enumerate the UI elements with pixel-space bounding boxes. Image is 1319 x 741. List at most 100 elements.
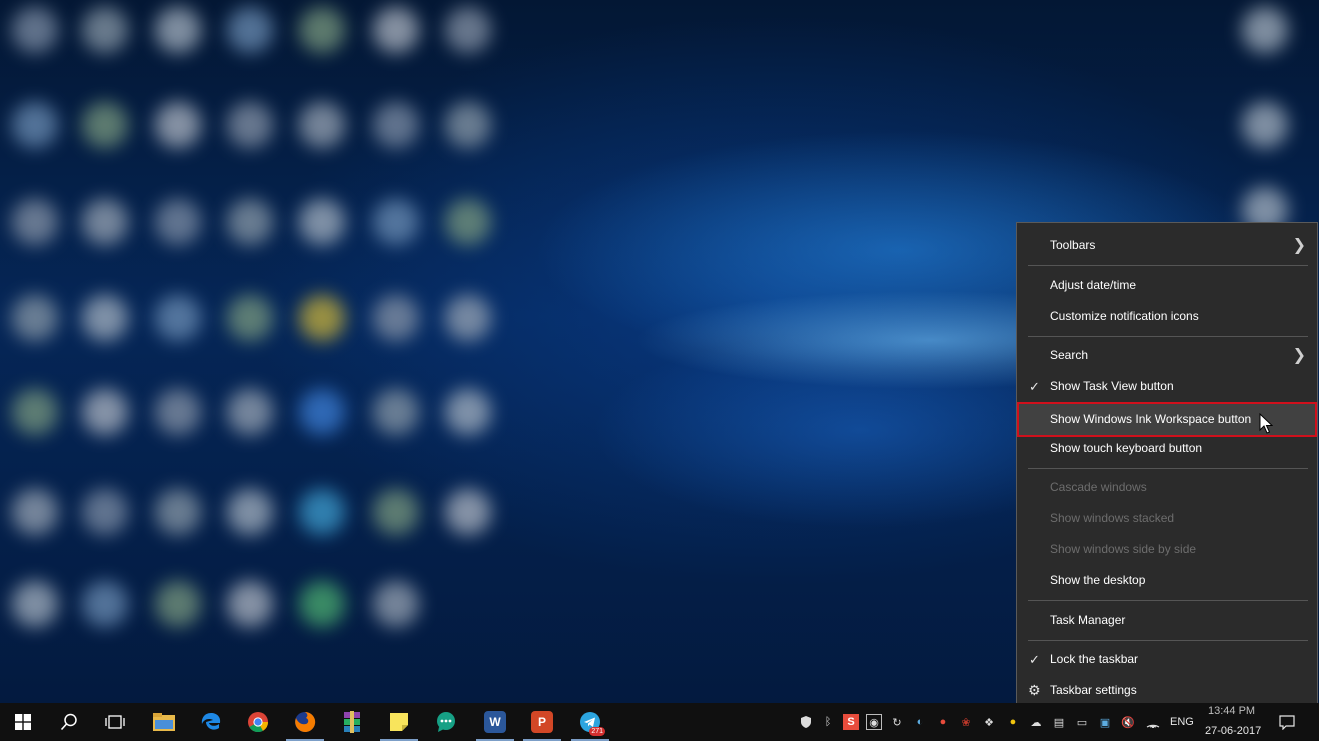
desktop-shortcut-icon[interactable] [445,489,491,535]
paw-tray-icon[interactable]: ❀ [958,714,974,730]
desktop-shortcut-icon[interactable] [299,295,345,341]
desktop-shortcut-icon[interactable] [227,389,273,435]
gear-icon: ⚙ [1028,682,1041,698]
task-view-button[interactable] [92,703,138,741]
taskbar-app-chrome[interactable] [235,703,281,741]
menu-item-lock-the-taskbar[interactable]: ✓ Lock the taskbar [1018,645,1316,674]
desktop-shortcut-icon[interactable] [155,581,201,627]
desktop-shortcut-icon[interactable] [373,102,419,148]
desktop-shortcut-icon[interactable] [445,389,491,435]
battery-tray-icon[interactable]: ▭ [1074,714,1090,730]
bluetooth-icon[interactable]: ᛒ [820,714,836,730]
notification-icon [1279,714,1295,730]
desktop-shortcut-icon[interactable] [155,199,201,245]
desktop-shortcut-icon[interactable] [82,489,128,535]
desktop-shortcut-icon[interactable] [227,7,273,53]
desktop-shortcut-icon[interactable] [445,295,491,341]
desktop-shortcut-icon[interactable] [155,295,201,341]
input-language-indicator[interactable]: ENG [1170,703,1194,741]
defender-shield-icon[interactable] [798,714,814,730]
taskbar-app-edge[interactable] [188,703,234,741]
desktop-shortcut-icon[interactable] [12,7,58,53]
desktop-shortcut-icon[interactable] [155,389,201,435]
desktop-shortcut-icon[interactable] [12,489,58,535]
desktop-shortcut-icon[interactable] [82,581,128,627]
desktop-shortcut-icon[interactable] [373,489,419,535]
menu-item-search[interactable]: Search ❯ [1018,341,1316,370]
taskbar-app-sticky-notes[interactable] [376,703,422,741]
search-button[interactable] [46,703,92,741]
taskbar-app-firefox[interactable] [282,703,328,741]
desktop-shortcut-icon[interactable] [445,102,491,148]
desktop-shortcut-icon[interactable] [82,199,128,245]
desktop-shortcut-icon[interactable] [82,295,128,341]
desktop-shortcut-icon[interactable] [155,489,201,535]
menu-item-toolbars[interactable]: Toolbars ❯ [1018,231,1316,260]
clock-date: 27-06-2017 [1205,725,1262,737]
onedrive-cloud-icon[interactable]: ☁ [1028,714,1044,730]
taskbar-app-winrar[interactable] [329,703,375,741]
network-share-tray-icon[interactable]: ◐ [912,714,928,730]
unread-badge: 271 [589,727,605,736]
desktop-shortcut-icon[interactable] [373,7,419,53]
desktop-shortcut-icon[interactable] [1242,102,1288,148]
menu-item-label: Show Task View button [1050,379,1174,393]
desktop-shortcut-icon[interactable] [299,389,345,435]
desktop-shortcut-icon[interactable] [227,295,273,341]
desktop-shortcut-icon[interactable] [299,581,345,627]
desktop-shortcut-icon[interactable] [82,102,128,148]
desktop-shortcut-icon[interactable] [12,295,58,341]
taskbar-app-powerpoint[interactable]: P [519,703,565,741]
windows-logo-icon [15,714,31,730]
desktop-shortcut-icon[interactable] [1242,7,1288,53]
taskbar-app-file-explorer[interactable] [141,703,187,741]
desktop-shortcut-icon[interactable] [445,199,491,245]
desktop-shortcut-icon[interactable] [82,7,128,53]
menu-item-show-touch-keyboard-button[interactable]: Show touch keyboard button [1018,434,1316,463]
app-blue-tray-icon[interactable]: ▣ [1097,714,1113,730]
app-red-tray-icon[interactable]: ● [935,714,951,730]
sync-tray-icon[interactable]: ↻ [889,714,905,730]
desktop-shortcut-icon[interactable] [227,581,273,627]
desktop-shortcut-icon[interactable] [299,199,345,245]
dropbox-tray-icon[interactable]: ❖ [981,714,997,730]
app-s-tray-icon[interactable]: S [843,714,859,730]
desktop-shortcut-icon[interactable] [373,581,419,627]
wifi-icon[interactable] [1145,714,1161,730]
desktop-shortcut-icon[interactable] [373,389,419,435]
taskbar-app-chat[interactable] [423,703,469,741]
desktop-shortcut-icon[interactable] [12,389,58,435]
taskbar-app-word[interactable]: W [472,703,518,741]
desktop-shortcut-icon[interactable] [373,295,419,341]
camera-tray-icon[interactable]: ◉ [866,714,882,730]
desktop-shortcut-icon[interactable] [299,102,345,148]
menu-item-task-manager[interactable]: Task Manager [1018,606,1316,635]
desktop-shortcut-icon[interactable] [227,102,273,148]
desktop-shortcut-icon[interactable] [445,7,491,53]
desktop-shortcut-icon[interactable] [82,389,128,435]
menu-item-show-the-desktop[interactable]: Show the desktop [1018,566,1316,595]
desktop-shortcut-icon[interactable] [155,7,201,53]
desktop-shortcut-icon[interactable] [299,489,345,535]
search-icon [60,713,77,731]
checkmark-icon: ✓ [1029,379,1040,394]
desktop-shortcut-icon[interactable] [12,581,58,627]
desktop-shortcut-icon[interactable] [227,199,273,245]
display-tray-icon[interactable]: ▤ [1051,714,1067,730]
desktop-shortcut-icon[interactable] [12,102,58,148]
desktop-shortcut-icon[interactable] [299,7,345,53]
action-center-button[interactable] [1272,703,1302,741]
sticky-notes-icon [390,713,408,731]
desktop-shortcut-icon[interactable] [373,199,419,245]
menu-item-adjust-date-time[interactable]: Adjust date/time [1018,271,1316,300]
desktop-shortcut-icon[interactable] [227,489,273,535]
app-yellow-tray-icon[interactable]: ● [1005,714,1021,730]
volume-muted-icon[interactable]: 🔇 [1120,714,1136,730]
menu-item-show-task-view-button[interactable]: ✓ Show Task View button [1018,372,1316,401]
menu-item-customize-notification-icons[interactable]: Customize notification icons [1018,302,1316,331]
menu-item-taskbar-settings[interactable]: ⚙ Taskbar settings [1018,676,1316,705]
start-button[interactable] [0,703,46,741]
taskbar-app-telegram[interactable]: 271 [567,703,613,741]
desktop-shortcut-icon[interactable] [12,199,58,245]
desktop-shortcut-icon[interactable] [155,102,201,148]
